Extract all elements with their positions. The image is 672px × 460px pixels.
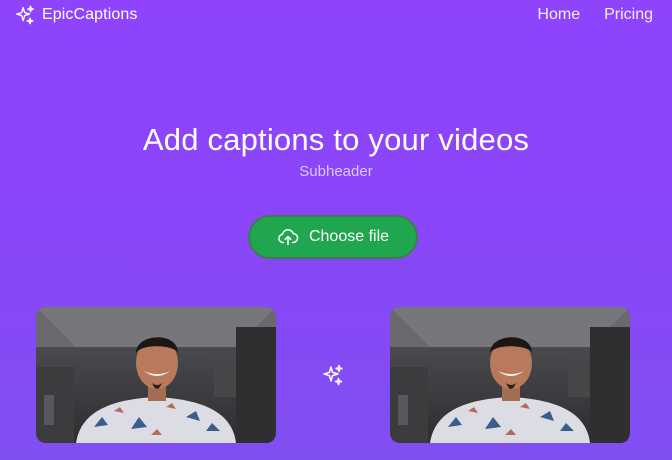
- page-subtitle: Subheader: [299, 163, 373, 180]
- sparkles-icon: [16, 5, 34, 25]
- choose-file-label: Choose file: [308, 228, 390, 245]
- sparkles-icon: [323, 364, 343, 386]
- person-illustration: [36, 307, 276, 443]
- choose-file-button[interactable]: Choose file: [248, 215, 418, 259]
- cloud-upload-icon: [278, 228, 299, 246]
- page-title: Add captions to your videos: [142, 122, 530, 157]
- video-thumbnail-captioned: [390, 307, 630, 443]
- top-nav: EpicCaptions Home Pricing: [0, 0, 672, 32]
- brand-logo[interactable]: EpicCaptions: [14, 4, 137, 26]
- video-thumbnail-original: [36, 307, 276, 443]
- nav-link-home[interactable]: Home: [537, 6, 580, 24]
- person-illustration: [390, 307, 630, 443]
- nav-links: Home Pricing: [537, 6, 653, 24]
- brand-name: EpicCaptions: [42, 6, 138, 23]
- nav-link-pricing[interactable]: Pricing: [604, 6, 653, 24]
